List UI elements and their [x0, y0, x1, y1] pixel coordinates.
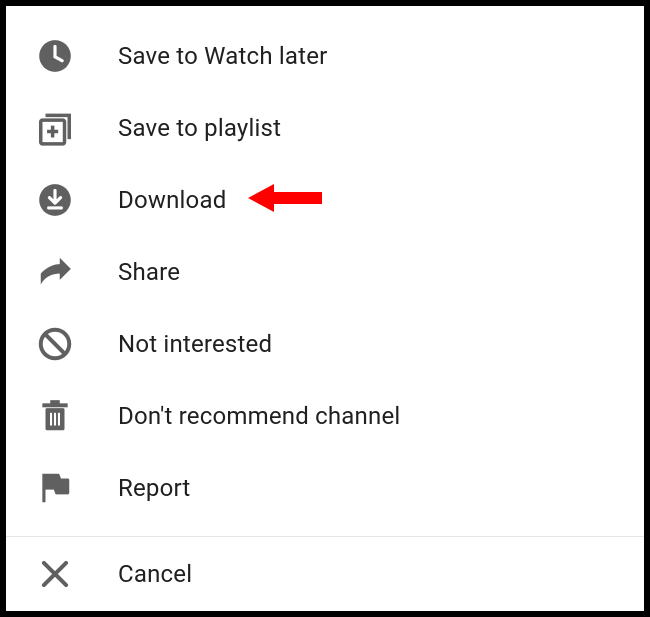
- share-icon: [34, 251, 76, 293]
- menu-item-share[interactable]: Share: [6, 236, 644, 308]
- menu-item-label: Download: [118, 186, 226, 214]
- menu-item-label: Save to playlist: [118, 114, 281, 142]
- menu-item-label: Don't recommend channel: [118, 402, 400, 430]
- menu-item-not-interested[interactable]: Not interested: [6, 308, 644, 380]
- menu-item-report[interactable]: Report: [6, 452, 644, 524]
- trash-icon: [34, 395, 76, 437]
- highlight-arrow-icon: [246, 180, 324, 220]
- menu-item-download[interactable]: Download: [6, 164, 644, 236]
- menu-item-label: Not interested: [118, 330, 272, 358]
- close-icon: [34, 553, 76, 595]
- flag-icon: [34, 467, 76, 509]
- block-icon: [34, 323, 76, 365]
- menu-item-label: Report: [118, 474, 190, 502]
- menu-item-save-playlist[interactable]: Save to playlist: [6, 92, 644, 164]
- download-icon: [34, 179, 76, 221]
- menu-item-cancel[interactable]: Cancel: [6, 537, 644, 611]
- menu-item-label: Save to Watch later: [118, 42, 328, 70]
- cancel-label: Cancel: [118, 560, 192, 588]
- menu-item-dont-recommend[interactable]: Don't recommend channel: [6, 380, 644, 452]
- menu-item-label: Share: [118, 258, 180, 286]
- playlist-add-icon: [34, 107, 76, 149]
- clock-icon: [34, 35, 76, 77]
- context-menu: Save to Watch later Save to playlist Dow…: [0, 0, 650, 617]
- menu-item-watch-later[interactable]: Save to Watch later: [6, 20, 644, 92]
- menu-list: Save to Watch later Save to playlist Dow…: [6, 20, 644, 536]
